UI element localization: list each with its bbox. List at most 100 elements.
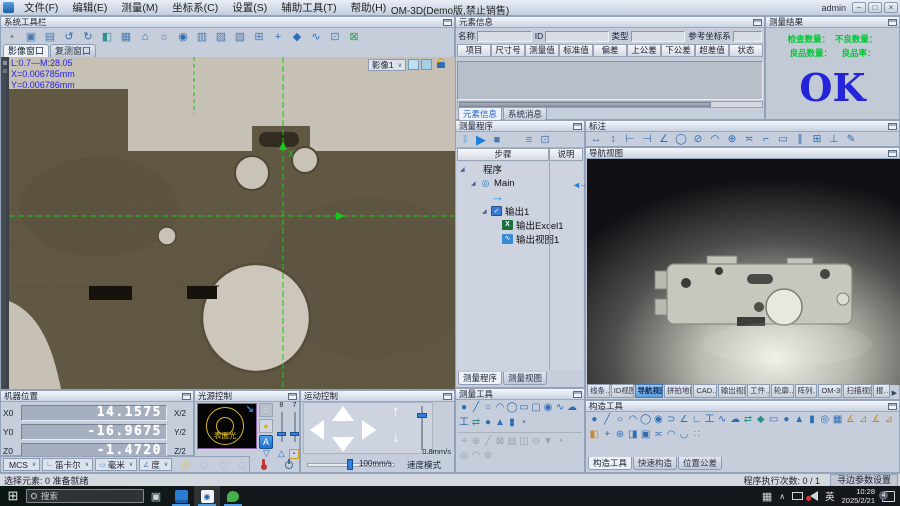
float-panel-button[interactable] <box>753 19 762 26</box>
float-panel-button[interactable] <box>888 19 897 26</box>
jog-right-button[interactable] <box>362 420 376 440</box>
calibrate-icon[interactable]: ◧ <box>99 29 115 45</box>
tree-item-program[interactable]: ◢ 程序 <box>457 162 583 176</box>
pie-tool-icon[interactable]: ◔ <box>554 434 566 450</box>
mirror-construct-icon[interactable]: ◨ <box>626 427 639 443</box>
arc-tool-icon[interactable]: ◠ <box>494 400 506 416</box>
maximize-button[interactable]: □ <box>868 2 882 13</box>
perpendicularity-annotation-icon[interactable]: ⊥ <box>827 131 841 147</box>
grid-view-icon[interactable]: ▦ <box>118 29 134 45</box>
construct-sphere-icon[interactable]: ● <box>780 412 793 428</box>
vertical-distance-icon[interactable]: ↕ <box>606 131 620 147</box>
construct-cylinder-icon[interactable]: ▮ <box>806 412 819 428</box>
ring-light-zone3-button[interactable]: ◌ <box>233 457 251 472</box>
run-icon[interactable]: ▶ <box>475 132 487 148</box>
view-tab[interactable]: ID视图 <box>611 384 634 398</box>
table-column-header[interactable]: 状态 <box>729 44 763 57</box>
view-tab[interactable]: 线条… <box>587 384 610 398</box>
cone-tool-icon[interactable]: ▲ <box>494 415 506 431</box>
open-program-icon[interactable]: ▣ <box>23 29 39 45</box>
curve-tool-icon[interactable]: ∿ <box>554 400 566 416</box>
volume-icon[interactable] <box>810 491 818 501</box>
tray-chevron-icon[interactable]: ∧ <box>779 492 785 501</box>
light-preset-button[interactable]: ▪ <box>289 449 299 459</box>
taskbar-app-wechat[interactable] <box>220 486 246 506</box>
box-tool-icon[interactable]: ⊠ <box>494 434 506 450</box>
point-tool-icon[interactable]: ● <box>458 400 470 416</box>
taskbar-app-document[interactable] <box>168 486 194 506</box>
tree-item-output1[interactable]: ◢ ✓ 输出1 <box>457 204 583 218</box>
stop-icon[interactable]: ■ <box>491 132 503 148</box>
coord-system-select[interactable]: MCS <box>3 458 40 471</box>
lock-icon[interactable] <box>437 62 445 68</box>
float-panel-button[interactable] <box>888 123 897 130</box>
element-refcoord-input[interactable] <box>733 31 762 42</box>
construct-ring-icon[interactable]: ◎ <box>818 412 831 428</box>
axis-half-button[interactable]: Y/2 <box>169 428 191 437</box>
pause-icon[interactable]: ‖ <box>459 132 471 148</box>
crosshair-icon[interactable]: + <box>270 29 286 45</box>
grid-tool-icon[interactable]: ▤ <box>506 434 518 450</box>
image-window-tab[interactable]: 复测窗口 <box>50 44 96 57</box>
edge-find-2-icon[interactable]: ⊿ <box>857 412 870 428</box>
focus-target-icon[interactable]: ◆ <box>289 29 305 45</box>
float-panel-button[interactable] <box>182 393 191 400</box>
table-column-header[interactable]: 标准值 <box>559 44 593 57</box>
arc-annotation-icon[interactable]: ⌐ <box>759 131 773 147</box>
view-tab[interactable]: 导航视图 <box>635 384 663 398</box>
edge-params-button[interactable]: 寻边参数设置 <box>830 474 898 487</box>
bulb-icon[interactable]: ● <box>259 419 273 433</box>
flip-tool-icon[interactable]: ⇄ <box>470 415 482 431</box>
close-button[interactable]: × <box>884 2 898 13</box>
menu-item[interactable]: 文件(F) <box>17 0 65 16</box>
construct-exchange-icon[interactable]: ⇄ <box>742 412 755 428</box>
view-tab[interactable]: 工件… <box>747 384 770 398</box>
taskbar-app-om3d[interactable]: ◉ <box>194 486 220 506</box>
menu-item[interactable]: 设置(S) <box>225 0 274 16</box>
split-tool-icon[interactable]: ◫ <box>518 434 530 450</box>
construct-cone-icon[interactable]: ▲ <box>793 412 806 428</box>
network-icon[interactable] <box>792 492 803 500</box>
float-panel-button[interactable] <box>443 393 452 400</box>
arc2-tool-icon[interactable]: ◠ <box>470 448 482 464</box>
table-column-header[interactable]: 偏差 <box>593 44 627 57</box>
view-tab[interactable]: 拼拍地图 <box>664 384 692 398</box>
curve-track-icon[interactable]: ∿ <box>308 29 324 45</box>
semicircle-construct-icon[interactable]: ◡ <box>678 427 691 443</box>
tab-scroll-right-button[interactable]: ▶ <box>892 389 897 397</box>
construct-diamond-icon[interactable]: ◆ <box>754 412 767 428</box>
auto-light-button[interactable]: A <box>259 435 273 449</box>
part-photo[interactable] <box>587 159 900 385</box>
measure-window-button[interactable] <box>421 59 432 70</box>
profile-annotation-icon[interactable]: ▭ <box>776 131 790 147</box>
plane-tool-icon[interactable]: 工 <box>458 415 470 431</box>
taskbar-search[interactable]: 搜索 <box>26 489 144 503</box>
focus-point-tool-icon[interactable]: • <box>518 415 530 431</box>
edge-find-3-icon[interactable]: ∡ <box>870 412 883 428</box>
light-arrow-icon[interactable]: ↘ <box>246 404 254 415</box>
notification-icon[interactable]: 4 <box>882 491 895 502</box>
offset-construct-icon[interactable]: ⊛ <box>614 427 627 443</box>
camera-view[interactable]: X L:0.7---M:28.05 X=0.006785mm Y=0.00678… <box>1 57 454 389</box>
rectangle-tool-icon[interactable]: ▭ <box>518 400 530 416</box>
jog-left-button[interactable] <box>310 420 324 440</box>
multi-window-icon[interactable]: ⊞ <box>251 29 267 45</box>
fit-icon[interactable]: ⊡ <box>539 132 551 148</box>
drop-tool-icon[interactable]: ▼ <box>542 434 554 450</box>
move-construct-icon[interactable]: + <box>601 427 614 443</box>
parallelism-annotation-icon[interactable]: ∥ <box>793 131 807 147</box>
splitter-collapse-arrow[interactable]: ◄– <box>572 180 586 190</box>
home-position-icon[interactable]: ⌂ <box>137 29 153 45</box>
construct-line-icon[interactable]: ╱ <box>601 412 614 428</box>
view-tab[interactable]: OM-3D <box>818 384 842 398</box>
layout-quad-icon[interactable]: ▧ <box>213 29 229 45</box>
import-construct-icon[interactable]: ◧ <box>588 427 601 443</box>
symmetry-annotation-icon[interactable]: ≍ <box>742 131 756 147</box>
sphere-tool-icon[interactable]: ● <box>482 415 494 431</box>
construct-tab[interactable]: 快速构造 <box>633 457 677 470</box>
axis-half-button[interactable]: Z/2 <box>169 447 191 456</box>
menu-item[interactable]: 辅助工具(T) <box>274 0 343 16</box>
view-tab[interactable]: 阵列… <box>795 384 818 398</box>
jog-up-button[interactable] <box>332 406 354 421</box>
step-column-header[interactable]: 步骤 <box>457 148 549 161</box>
